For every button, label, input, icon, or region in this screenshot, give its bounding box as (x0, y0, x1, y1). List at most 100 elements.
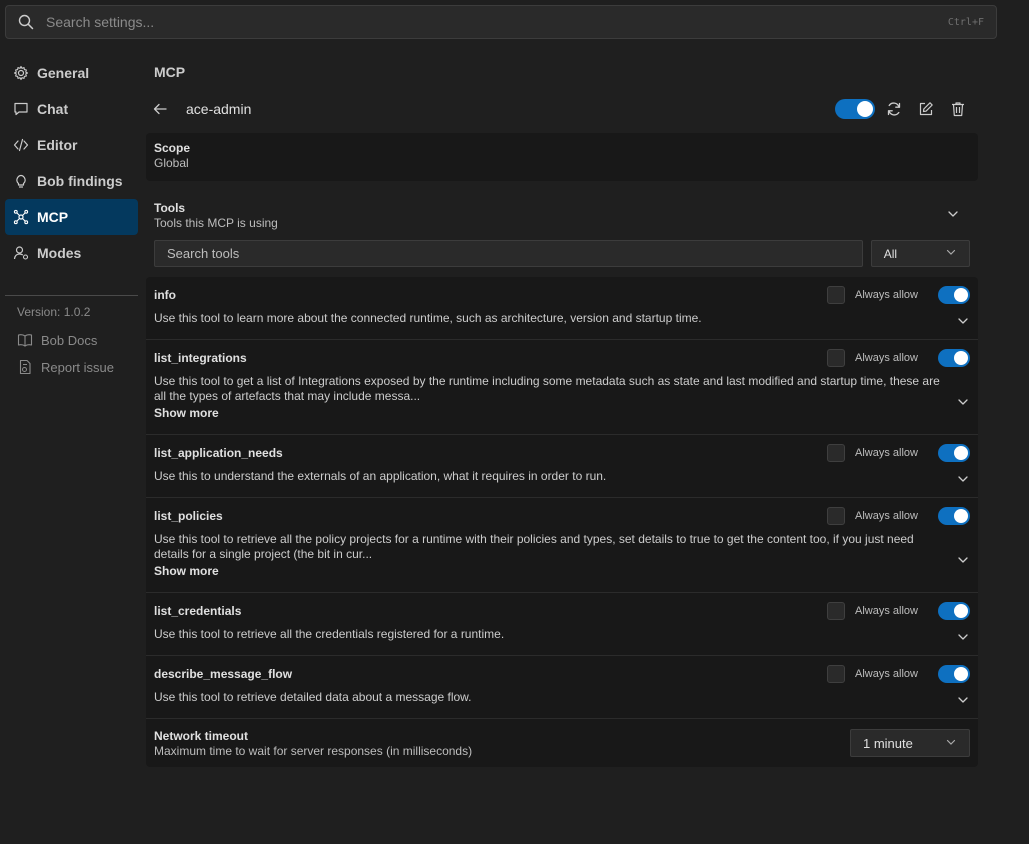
mcp-settings-panel: MCP ace-admin Scope Global Tools Tools t… (146, 55, 978, 767)
network-timeout-value: 1 minute (863, 735, 913, 751)
always-allow-checkbox[interactable] (827, 665, 846, 683)
book-icon (17, 332, 41, 348)
tool-name: describe_message_flow (154, 667, 293, 681)
sidebar-item-bob-findings[interactable]: Bob findings (5, 163, 138, 199)
sidebar-item-chat[interactable]: Chat (5, 91, 138, 127)
sidebar-divider (5, 295, 138, 296)
scope-value: Global (154, 156, 189, 170)
chevron-down-icon[interactable] (956, 472, 970, 489)
sidebar-item-mcp[interactable]: MCP (5, 199, 138, 235)
back-arrow-icon[interactable] (152, 101, 186, 117)
chevron-down-icon[interactable] (956, 553, 970, 570)
tool-enable-toggle[interactable] (938, 286, 970, 304)
tool-name: info (154, 288, 176, 302)
always-allow-checkbox[interactable] (827, 444, 846, 462)
report-issue-label: Report issue (41, 359, 114, 375)
version-text: Version: 1.0.2 (17, 305, 91, 319)
search-shortcut-hint: Ctrl+F (947, 16, 984, 28)
always-allow-label: Always allow (855, 668, 918, 680)
network-timeout-row: Network timeout Maximum time to wait for… (146, 719, 978, 767)
always-allow-checkbox[interactable] (827, 286, 846, 304)
scope-card: Scope Global (146, 133, 978, 181)
tool-name: list_integrations (154, 351, 247, 365)
tool-enable-toggle[interactable] (938, 349, 970, 367)
sidebar-item-label: MCP (37, 209, 69, 225)
bob-docs-label: Bob Docs (41, 332, 98, 348)
sidebar-item-modes[interactable]: Modes (5, 235, 138, 271)
chevron-down-icon[interactable] (956, 630, 970, 647)
tool-enable-toggle[interactable] (938, 602, 970, 620)
chevron-down-icon[interactable] (946, 207, 960, 224)
chevron-down-icon (945, 246, 957, 261)
sidebar-item-label: Editor (37, 137, 78, 153)
tool-enable-toggle[interactable] (938, 507, 970, 525)
sidebar-item-label: Chat (37, 101, 69, 117)
tools-header[interactable]: Tools Tools this MCP is using (154, 201, 970, 233)
tool-description: Use this to understand the externals of … (154, 469, 607, 483)
show-more-link[interactable]: Show more (154, 564, 970, 578)
show-more-link[interactable]: Show more (154, 406, 970, 420)
chat-icon (13, 101, 37, 117)
sidebar-item-general[interactable]: General (5, 55, 138, 91)
always-allow-label: Always allow (855, 289, 918, 301)
bob-docs-link[interactable]: Bob Docs (5, 327, 138, 353)
always-allow-label: Always allow (855, 447, 918, 459)
tool-enable-toggle[interactable] (938, 665, 970, 683)
network-timeout-label: Network timeout (154, 728, 249, 743)
always-allow-label: Always allow (855, 605, 918, 617)
chevron-down-icon (945, 736, 957, 751)
tool-name: list_policies (154, 509, 223, 523)
tools-search-input[interactable] (154, 240, 863, 267)
network-timeout-select[interactable]: 1 minute (850, 729, 970, 757)
sidebar-item-editor[interactable]: Editor (5, 127, 138, 163)
code-icon (13, 137, 37, 153)
settings-search-bar[interactable]: Ctrl+F (5, 5, 997, 39)
edit-icon[interactable] (910, 101, 942, 117)
tool-row-list-policies: list_policies Always allow Use this tool… (146, 498, 978, 593)
tool-row-list-application-needs: list_application_needs Always allow Use … (146, 435, 978, 498)
tools-filter-select[interactable]: All (870, 240, 970, 267)
tool-name: list_credentials (154, 604, 242, 618)
tools-section: Tools Tools this MCP is using All (146, 201, 978, 267)
always-allow-checkbox[interactable] (827, 602, 846, 620)
tool-description: Use this tool to learn more about the co… (154, 311, 702, 325)
scope-label: Scope (154, 141, 191, 155)
server-name: ace-admin (186, 101, 252, 117)
chevron-down-icon[interactable] (956, 314, 970, 331)
tool-description: Use this tool to retrieve detailed data … (154, 690, 472, 704)
lightbulb-icon (13, 173, 37, 189)
chevron-down-icon[interactable] (956, 395, 970, 412)
tool-list: info Always allow Use this tool to learn… (146, 277, 978, 767)
always-allow-checkbox[interactable] (827, 349, 846, 367)
tools-filter-value: All (883, 246, 898, 261)
sidebar-item-label: General (37, 65, 90, 81)
report-issue-link[interactable]: Report issue (5, 354, 138, 380)
chevron-down-icon[interactable] (956, 693, 970, 710)
refresh-icon[interactable] (878, 101, 910, 117)
trash-icon[interactable] (942, 101, 974, 117)
gear-icon (13, 65, 37, 81)
tool-description: Use this tool to retrieve all the creden… (154, 627, 505, 641)
tool-description: Use this tool to retrieve all the policy… (154, 532, 914, 561)
search-icon (6, 14, 46, 30)
tool-row-list-credentials: list_credentials Always allow Use this t… (146, 593, 978, 656)
tools-subtitle: Tools this MCP is using (154, 216, 278, 230)
tool-row-list-integrations: list_integrations Always allow Use this … (146, 340, 978, 435)
settings-sidebar: General Chat Editor Bob findings MCP Mod… (5, 55, 138, 380)
toggle-switch[interactable] (835, 99, 875, 119)
server-enable-toggle[interactable] (832, 99, 878, 119)
tool-row-info: info Always allow Use this tool to learn… (146, 277, 978, 340)
always-allow-label: Always allow (855, 510, 918, 522)
server-header: ace-admin (146, 87, 978, 131)
sidebar-item-label: Modes (37, 245, 82, 261)
tool-description: Use this tool to get a list of Integrati… (154, 374, 940, 403)
person-icon (13, 245, 37, 261)
always-allow-label: Always allow (855, 352, 918, 364)
network-timeout-description: Maximum time to wait for server response… (154, 743, 473, 758)
settings-search-input[interactable] (46, 14, 948, 30)
report-icon (17, 359, 41, 375)
sidebar-item-label: Bob findings (37, 173, 123, 189)
always-allow-checkbox[interactable] (827, 507, 846, 525)
page-title: MCP (154, 64, 186, 80)
tool-enable-toggle[interactable] (938, 444, 970, 462)
